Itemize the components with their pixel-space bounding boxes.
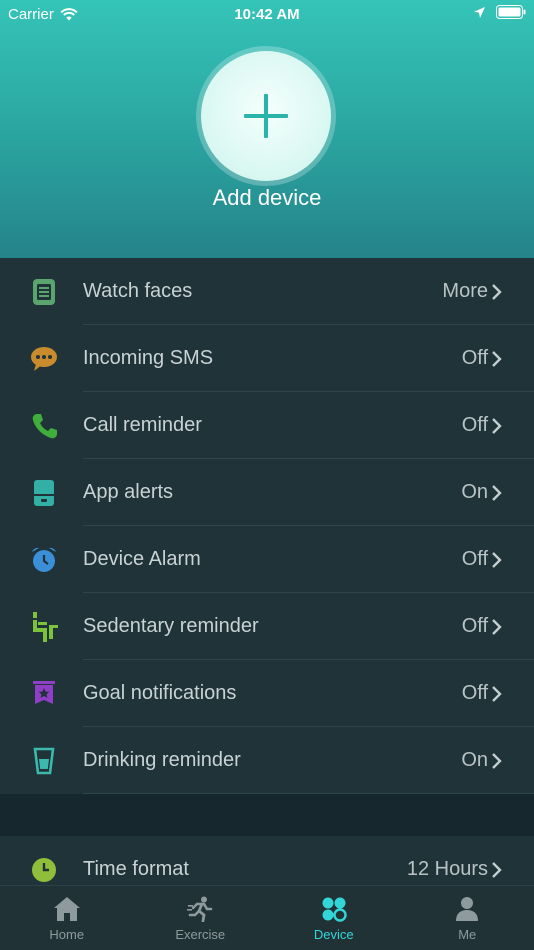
goal-star-icon <box>28 680 60 708</box>
setting-value: Off <box>461 347 488 369</box>
chevron-right-icon <box>492 351 502 367</box>
add-device-circle <box>201 51 331 181</box>
add-device-label[interactable]: Add device <box>0 185 534 211</box>
row-divider <box>83 793 534 794</box>
setting-value: Off <box>461 682 488 704</box>
tab-label: Me <box>458 927 477 942</box>
setting-row-call-reminder[interactable]: Call reminder Off <box>0 392 534 459</box>
tab-bar: Home Exercise Device Me <box>0 885 534 950</box>
tab-device[interactable]: Device <box>267 886 401 950</box>
chevron-right-icon <box>492 619 502 635</box>
tab-label: Home <box>49 927 85 942</box>
tab-label: Device <box>313 927 354 942</box>
drinking-cup-icon <box>28 747 60 775</box>
home-icon <box>53 897 80 921</box>
alarm-clock-icon <box>28 546 60 574</box>
sms-bubble-icon <box>28 345 60 373</box>
section-gap <box>0 794 534 836</box>
clock-icon <box>28 856 60 884</box>
chevron-right-icon <box>492 418 502 434</box>
header: Carrier 10:42 AM Add device <box>0 0 534 258</box>
chevron-right-icon <box>492 686 502 702</box>
device-icon <box>322 897 347 922</box>
setting-row-sedentary-reminder[interactable]: Sedentary reminder Off <box>0 593 534 660</box>
clock-time: 10:42 AM <box>234 6 300 23</box>
setting-value: On <box>461 749 488 771</box>
chevron-right-icon <box>492 753 502 769</box>
chevron-right-icon <box>492 485 502 501</box>
tab-exercise[interactable]: Exercise <box>134 886 268 950</box>
status-bar: Carrier 10:42 AM <box>0 0 534 28</box>
setting-row-incoming-sms[interactable]: Incoming SMS Off <box>0 325 534 392</box>
location-arrow-icon <box>474 6 485 18</box>
device-settings-list: Watch faces More Incoming SMS Off Call r… <box>0 258 534 903</box>
setting-row-drinking-reminder[interactable]: Drinking reminder On <box>0 727 534 794</box>
phone-icon <box>28 412 60 440</box>
setting-label: Watch faces <box>83 280 193 302</box>
setting-row-watch-faces[interactable]: Watch faces More <box>0 258 534 325</box>
setting-value: Off <box>461 615 488 637</box>
person-icon <box>456 897 479 921</box>
watch-face-icon <box>28 278 60 306</box>
sedentary-icon <box>28 612 60 642</box>
app-alert-icon <box>28 479 60 507</box>
setting-label: Sedentary reminder <box>83 615 259 637</box>
add-device-button[interactable] <box>196 46 336 186</box>
tab-home[interactable]: Home <box>0 886 134 950</box>
setting-label: App alerts <box>83 481 174 503</box>
battery-icon <box>496 5 526 19</box>
setting-label: Incoming SMS <box>83 347 214 369</box>
chevron-right-icon <box>492 284 502 300</box>
setting-value: On <box>461 481 488 503</box>
setting-row-goal-notifications[interactable]: Goal notifications Off <box>0 660 534 727</box>
tab-me[interactable]: Me <box>401 886 534 950</box>
status-icons <box>473 5 526 19</box>
plus-icon <box>244 94 288 138</box>
setting-label: Goal notifications <box>83 682 237 704</box>
setting-row-device-alarm[interactable]: Device Alarm Off <box>0 526 534 593</box>
running-icon <box>187 896 213 922</box>
chevron-right-icon <box>492 862 502 878</box>
setting-label: Call reminder <box>83 414 202 436</box>
setting-label: Drinking reminder <box>83 749 241 771</box>
setting-value: Off <box>461 548 488 570</box>
setting-value: More <box>442 280 488 302</box>
setting-row-app-alerts[interactable]: App alerts On <box>0 459 534 526</box>
chevron-right-icon <box>492 552 502 568</box>
setting-label: Device Alarm <box>83 548 201 570</box>
setting-value: Off <box>461 414 488 436</box>
tab-label: Exercise <box>175 927 226 942</box>
